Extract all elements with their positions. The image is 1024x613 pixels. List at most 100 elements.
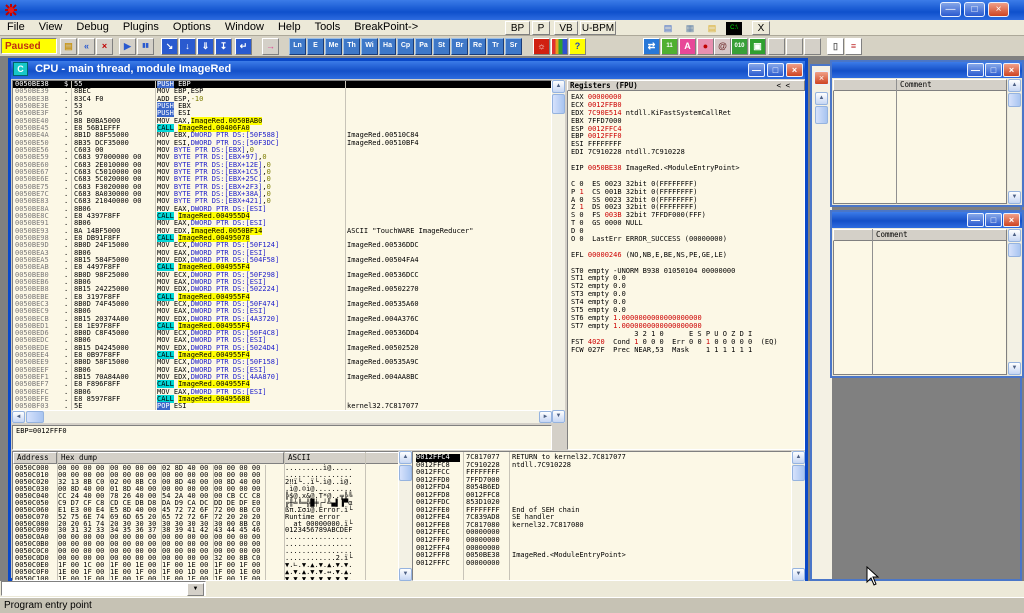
cpu-titlebar[interactable]: C CPU - main thread, module ImageRed — □…: [11, 61, 805, 79]
panel-button-sr[interactable]: Sr: [505, 38, 522, 55]
column-divider[interactable]: [284, 452, 285, 580]
menu-tools[interactable]: Tools: [308, 20, 348, 36]
console-icon[interactable]: C:\: [726, 22, 742, 35]
asm-row[interactable]: 0050BE8C.E8 4397F8FFCALL ImageRed.004955…: [13, 213, 551, 220]
register-line[interactable]: ST2 empty 0.0: [571, 282, 804, 290]
asm-row[interactable]: 0050BED6.8B0D C8F45000MOV ECX,DWORD PTR …: [13, 330, 551, 337]
panel-button-e[interactable]: E: [307, 38, 324, 55]
panel-button-tr[interactable]: Tr: [487, 38, 504, 55]
stack-pane[interactable]: 0012FFC47C817077RETURN to kernel32.7C817…: [412, 451, 792, 581]
step-over-icon[interactable]: ↓: [179, 38, 196, 55]
register-line[interactable]: 3 2 1 0 E S P U O Z D I: [571, 330, 804, 338]
vb-button[interactable]: VB: [554, 21, 578, 35]
panel-button-ln[interactable]: Ln: [289, 38, 306, 55]
disassembly-vscrollbar[interactable]: ▲ ▼: [552, 80, 565, 423]
app-window-icon[interactable]: ▣: [749, 38, 766, 55]
register-line[interactable]: A 0 SS 0023 32bit 0(FFFFFFFF): [571, 196, 804, 204]
asm-row[interactable]: 0050BEFE.E8 8597F8FFCALL ImageRed.004956…: [13, 396, 551, 403]
register-line[interactable]: O 0 LastErr ERROR_SUCCESS (00000000): [571, 235, 804, 243]
p-button[interactable]: P: [532, 21, 550, 35]
menubar-close-button[interactable]: X: [752, 21, 770, 35]
disassembly-hscrollbar[interactable]: ◄ ►: [12, 411, 552, 423]
scroll-thumb[interactable]: [399, 465, 412, 481]
register-line[interactable]: ESI FFFFFFFF: [571, 140, 804, 148]
report-view-icon[interactable]: ≡: [845, 38, 862, 55]
dump-header-ascii[interactable]: ASCII: [284, 452, 399, 464]
minimize-button[interactable]: —: [940, 2, 961, 17]
stack-row[interactable]: 0012FFFC00000000: [413, 560, 791, 568]
panel-button-me[interactable]: Me: [325, 38, 342, 55]
register-line[interactable]: FCW 027F Prec NEAR,53 Mask 1 1 1 1 1 1: [571, 346, 804, 354]
registers-header-buttons[interactable]: < <: [776, 81, 790, 90]
ubpm-button[interactable]: U-BPM: [580, 21, 616, 35]
asm-row[interactable]: 0050BF03.5EPOP ESIkernel32.7C817077: [13, 403, 551, 410]
notes-icon[interactable]: ▦: [682, 22, 698, 35]
register-line[interactable]: ST3 empty 0.0: [571, 290, 804, 298]
scroll-thumb[interactable]: [552, 94, 565, 114]
column-divider[interactable]: [463, 452, 464, 580]
dump-header-address[interactable]: Address: [13, 452, 57, 464]
register-line[interactable]: [571, 156, 804, 164]
register-line[interactable]: EDX 7C90E514 ntdll.KiFastSystemCallRet: [571, 109, 804, 117]
register-line[interactable]: D 0: [571, 227, 804, 235]
menu-options[interactable]: Options: [166, 20, 218, 36]
panel-button-th[interactable]: Th: [343, 38, 360, 55]
register-line[interactable]: EIP 0050BE38 ImageRed.<ModuleEntryPoint>: [571, 164, 804, 172]
register-line[interactable]: ST7 empty 1.0000000000000000000: [571, 322, 804, 330]
comment-window-top-scrollbar[interactable]: ▲ ▼: [1008, 79, 1021, 204]
close-program-icon[interactable]: ×: [96, 38, 113, 55]
column-divider[interactable]: [345, 81, 346, 410]
close-button[interactable]: ×: [1003, 213, 1020, 227]
dump-header-hex[interactable]: Hex dump: [57, 452, 284, 464]
register-line[interactable]: EBX 7FFD7000: [571, 117, 804, 125]
register-line[interactable]: EDI 7C910228 ntdll.7C910228: [571, 148, 804, 156]
menu-view[interactable]: View: [32, 20, 70, 36]
background-window-scroll-up[interactable]: ▲: [815, 92, 828, 105]
scroll-down-arrow[interactable]: ▼: [399, 568, 412, 581]
column-divider[interactable]: [896, 79, 897, 204]
scroll-right-arrow[interactable]: ►: [539, 411, 552, 423]
asm-row[interactable]: 0050BEC3.8B0D 74F45000MOV ECX,DWORD PTR …: [13, 301, 551, 308]
open-folder-icon[interactable]: ▤: [704, 22, 720, 35]
minimize-button[interactable]: —: [967, 63, 984, 77]
asm-row[interactable]: 0050BE3E.53PUSH EBX: [13, 103, 551, 110]
comment-window-top-titlebar[interactable]: — □ ×: [832, 62, 1022, 78]
execute-till-return-icon[interactable]: ↵: [235, 38, 252, 55]
panel-button-cp[interactable]: Cp: [397, 38, 414, 55]
asm-row[interactable]: 0050BE9D.8B0D 24F15000MOV ECX,DWORD PTR …: [13, 242, 551, 249]
scroll-down-arrow[interactable]: ▼: [1008, 191, 1021, 204]
spiral-icon[interactable]: @: [714, 38, 731, 55]
trace-into-icon[interactable]: ⇓: [197, 38, 214, 55]
binary-grid-icon[interactable]: 010: [731, 38, 748, 55]
record-icon[interactable]: ●: [697, 38, 714, 55]
gear-icon[interactable]: ☼: [533, 38, 550, 55]
register-line[interactable]: [571, 259, 804, 267]
menu-plugins[interactable]: Plugins: [116, 20, 166, 36]
register-line[interactable]: [571, 243, 804, 251]
document-icon[interactable]: ▤: [660, 22, 676, 35]
asm-row[interactable]: 0050BE83.C683 21040000 00MOV BYTE PTR DS…: [13, 198, 551, 205]
bp-button[interactable]: BP: [505, 21, 530, 35]
asm-row[interactable]: 0050BE3B.83C4 F0ADD ESP,-10: [13, 96, 551, 103]
background-window-scroll-thumb[interactable]: [815, 106, 828, 124]
comment-window-bottom-scrollbar[interactable]: ▲ ▼: [1008, 229, 1021, 375]
register-line[interactable]: P 1 CS 001B 32bit 0(FFFFFFFF): [571, 188, 804, 196]
register-line[interactable]: ESP 0012FFC4: [571, 125, 804, 133]
scroll-thumb[interactable]: [1008, 93, 1021, 107]
asm-row[interactable]: 0050BEE9.8B0D 58F15000MOV ECX,DWORD PTR …: [13, 359, 551, 366]
register-line[interactable]: S 0 FS 003B 32bit 7FFDF000(FFF): [571, 211, 804, 219]
comment-column-header[interactable]: Comment: [833, 229, 1007, 241]
go-to-address-icon[interactable]: →: [262, 38, 279, 55]
scroll-down-arrow[interactable]: ▼: [1008, 362, 1021, 375]
command-combobox[interactable]: ▼: [1, 581, 206, 596]
register-line[interactable]: ST0 empty -UNORM B938 01050104 00000000: [571, 267, 804, 275]
cpu-close-button[interactable]: ×: [786, 63, 803, 77]
blank-button-3[interactable]: [804, 38, 821, 55]
column-divider[interactable]: [71, 81, 72, 410]
dump-pane[interactable]: Address Hex dump ASCII 0050C00000 00 00 …: [12, 451, 399, 581]
scroll-thumb[interactable]: [1008, 243, 1021, 257]
register-line[interactable]: C 0 ES 0023 32bit 0(FFFFFFFF): [571, 180, 804, 188]
step-into-icon[interactable]: ↘: [161, 38, 178, 55]
run-icon[interactable]: ▶: [119, 38, 136, 55]
scroll-up-arrow[interactable]: ▲: [792, 451, 805, 464]
